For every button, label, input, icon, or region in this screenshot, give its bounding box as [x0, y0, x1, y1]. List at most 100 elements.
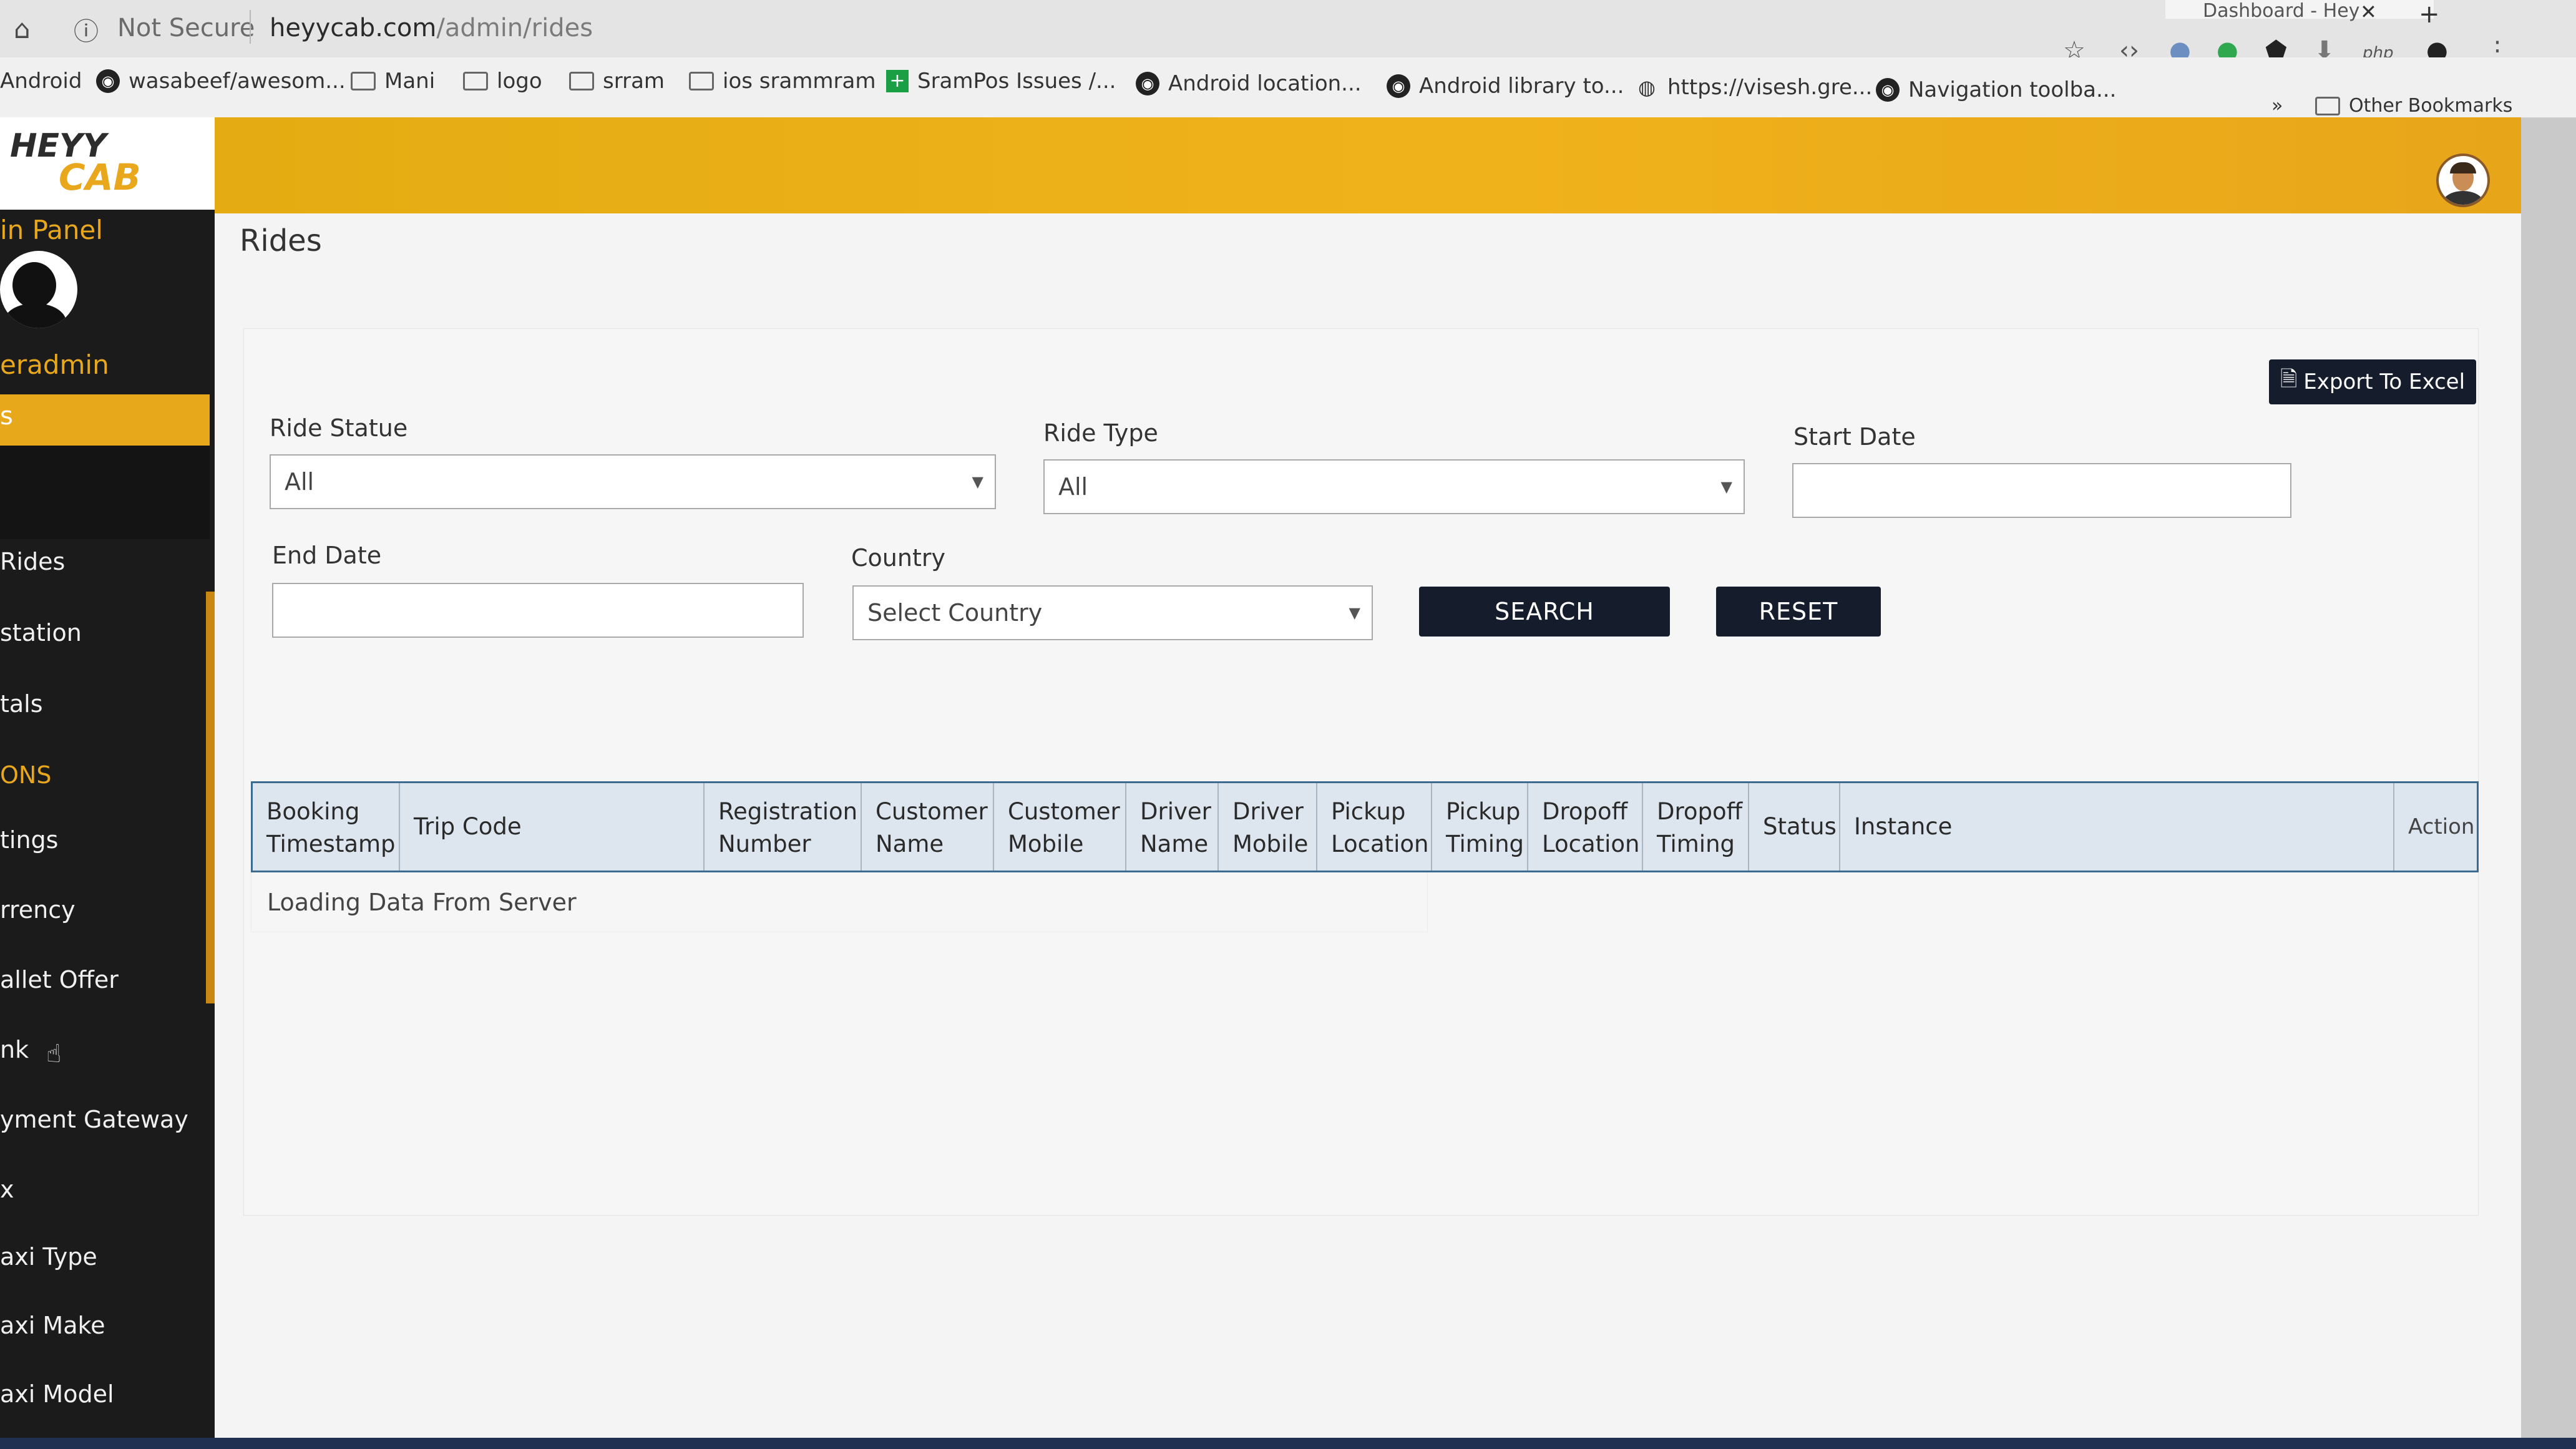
- bookmark-item[interactable]: ◉ Android library to...: [1387, 74, 1624, 99]
- country-label: Country: [851, 544, 945, 572]
- column-header-line: Mobile: [1008, 831, 1084, 857]
- column-header[interactable]: Driver Mobile: [1219, 783, 1317, 871]
- ride-status-select[interactable]: All ▼: [270, 454, 996, 509]
- column-header-line: Name: [876, 831, 944, 857]
- admin-app: HEYY CAB in Panel eradmin s Rides statio…: [0, 117, 2521, 1449]
- sidebar-item-rentals[interactable]: tals: [0, 690, 43, 718]
- column-header-line: Location: [1331, 831, 1429, 857]
- column-header-line: Mobile: [1232, 831, 1309, 857]
- url-host: heyycab.com: [270, 14, 437, 42]
- country-select[interactable]: Select Country ▼: [852, 585, 1373, 640]
- sidebar-item-taxi-model[interactable]: axi Model: [0, 1380, 114, 1408]
- column-header-line: Name: [1140, 831, 1209, 857]
- end-date-label: End Date: [272, 542, 382, 569]
- bookmark-item[interactable]: ◉ Navigation toolba...: [1876, 77, 2116, 102]
- browser-tab-dashboard[interactable]: Dashboard - Hey: [2165, 0, 2434, 22]
- column-header[interactable]: Status: [1749, 783, 1840, 871]
- column-header-line: Status: [1763, 813, 1837, 840]
- sidebar-item-station[interactable]: station: [0, 619, 82, 646]
- column-header[interactable]: Customer Name: [862, 783, 994, 871]
- bookmark-label: Android: [0, 69, 82, 94]
- new-tab-icon[interactable]: +: [2419, 0, 2440, 29]
- column-header-line: Customer: [1008, 798, 1120, 825]
- bookmark-label: Android library to...: [1419, 74, 1624, 99]
- export-to-excel-button[interactable]: 🗎 Export To Excel: [2269, 359, 2476, 404]
- bookmark-label: Android location...: [1168, 71, 1362, 96]
- avatar-head: [12, 262, 56, 308]
- column-header[interactable]: Dropoff Location: [1528, 783, 1643, 871]
- sidebar-item-label: s: [0, 402, 13, 431]
- column-header[interactable]: Customer Mobile: [994, 783, 1126, 871]
- bookmark-item[interactable]: + SramPos Issues /...: [886, 69, 1116, 94]
- user-profile-avatar[interactable]: [2436, 154, 2490, 207]
- sidebar-item-wallet-offer[interactable]: allet Offer: [0, 966, 119, 993]
- column-header-line: Dropoff: [1657, 798, 1743, 825]
- bookmark-item[interactable]: ◉ wasabeef/awesom...: [96, 69, 346, 94]
- sidebar-item-payment-gateway[interactable]: yment Gateway: [0, 1106, 188, 1133]
- sidebar: HEYY CAB in Panel eradmin s Rides statio…: [0, 117, 215, 1449]
- sheets-icon: +: [886, 70, 909, 92]
- ride-type-select[interactable]: All ▼: [1043, 459, 1745, 514]
- column-header[interactable]: Registration Number: [705, 783, 862, 871]
- column-header-line: Driver: [1232, 798, 1304, 825]
- sidebar-item-active[interactable]: s: [0, 394, 210, 446]
- chevron-down-icon: ▼: [1349, 604, 1360, 622]
- folder-icon: [689, 72, 714, 90]
- bookmark-folder[interactable]: Mani: [351, 69, 435, 94]
- logo-text-bottom: CAB: [59, 156, 141, 198]
- bookmark-folder[interactable]: ios srammram: [689, 69, 876, 94]
- column-header-line: Pickup: [1446, 798, 1521, 825]
- bookmark-folder[interactable]: srram: [569, 69, 665, 94]
- tab-title: Dashboard - Hey: [2203, 0, 2360, 22]
- column-header[interactable]: Pickup Timing: [1432, 783, 1528, 871]
- url-path: /admin/rides: [436, 14, 593, 42]
- rides-table-header: Booking Timestamp Trip Code Registration N…: [251, 781, 2479, 872]
- column-header[interactable]: Instance: [1840, 783, 2394, 871]
- other-bookmarks-label: Other Bookmarks: [2349, 95, 2513, 117]
- export-button-label: Export To Excel: [2303, 369, 2466, 394]
- column-header[interactable]: Driver Name: [1126, 783, 1219, 871]
- column-header[interactable]: Pickup Location: [1317, 783, 1432, 871]
- sidebar-item-rides[interactable]: Rides: [0, 548, 65, 575]
- mouse-cursor-icon: ☝: [46, 1040, 62, 1068]
- column-header[interactable]: Trip Code: [400, 783, 705, 871]
- column-header[interactable]: Action: [2394, 783, 2477, 871]
- ride-status-label: Ride Statue: [270, 414, 408, 442]
- bookmark-folder[interactable]: logo: [463, 69, 542, 94]
- end-date-input[interactable]: [272, 583, 804, 638]
- tab-close-icon[interactable]: ✕: [2360, 0, 2377, 24]
- chevron-down-icon: ▼: [1720, 478, 1732, 495]
- sidebar-item-currency[interactable]: rrency: [0, 896, 76, 924]
- sidebar-item-tax[interactable]: x: [0, 1176, 14, 1203]
- brand-logo[interactable]: HEYY CAB: [0, 117, 215, 210]
- reset-button[interactable]: RESET: [1716, 587, 1881, 637]
- ride-type-label: Ride Type: [1043, 419, 1158, 447]
- sidebar-item-taxi-make[interactable]: axi Make: [0, 1312, 105, 1339]
- column-header[interactable]: Dropoff Timing: [1643, 783, 1749, 871]
- bookmark-item[interactable]: ◉ Android location...: [1136, 71, 1362, 96]
- home-icon[interactable]: ⌂: [14, 14, 31, 44]
- column-header-line: Timestamp: [266, 831, 396, 857]
- sidebar-item-taxi-type[interactable]: axi Type: [0, 1243, 97, 1271]
- search-button[interactable]: SEARCH: [1419, 587, 1670, 637]
- bookmark-item[interactable]: ◍ https://visesh.gre...: [1635, 75, 1872, 100]
- bookmarks-overflow-icon[interactable]: »: [2271, 95, 2283, 117]
- sidebar-scrollbar[interactable]: [206, 592, 215, 1003]
- bookmark-label: logo: [497, 69, 542, 94]
- address-bar[interactable]: heyycab.com/admin/rides: [270, 14, 593, 42]
- column-header-line: Customer: [876, 798, 988, 825]
- info-icon[interactable]: ⓘ: [74, 11, 99, 47]
- start-date-input[interactable]: [1792, 463, 2291, 518]
- column-header-line: Location: [1542, 831, 1640, 857]
- folder-icon: [569, 72, 594, 90]
- other-bookmarks[interactable]: Other Bookmarks: [2315, 95, 2512, 117]
- bookmark-item[interactable]: Android: [0, 69, 82, 94]
- column-header-line: Action: [2408, 814, 2475, 839]
- column-header[interactable]: Booking Timestamp: [253, 783, 400, 871]
- column-header-line: Timing: [1446, 831, 1525, 857]
- os-taskbar: [0, 1438, 2576, 1449]
- sidebar-item-settings[interactable]: tings: [0, 826, 58, 854]
- sidebar-item-bank[interactable]: nk: [0, 1036, 29, 1063]
- folder-icon: [351, 72, 376, 90]
- security-label: Not Secure: [117, 14, 255, 42]
